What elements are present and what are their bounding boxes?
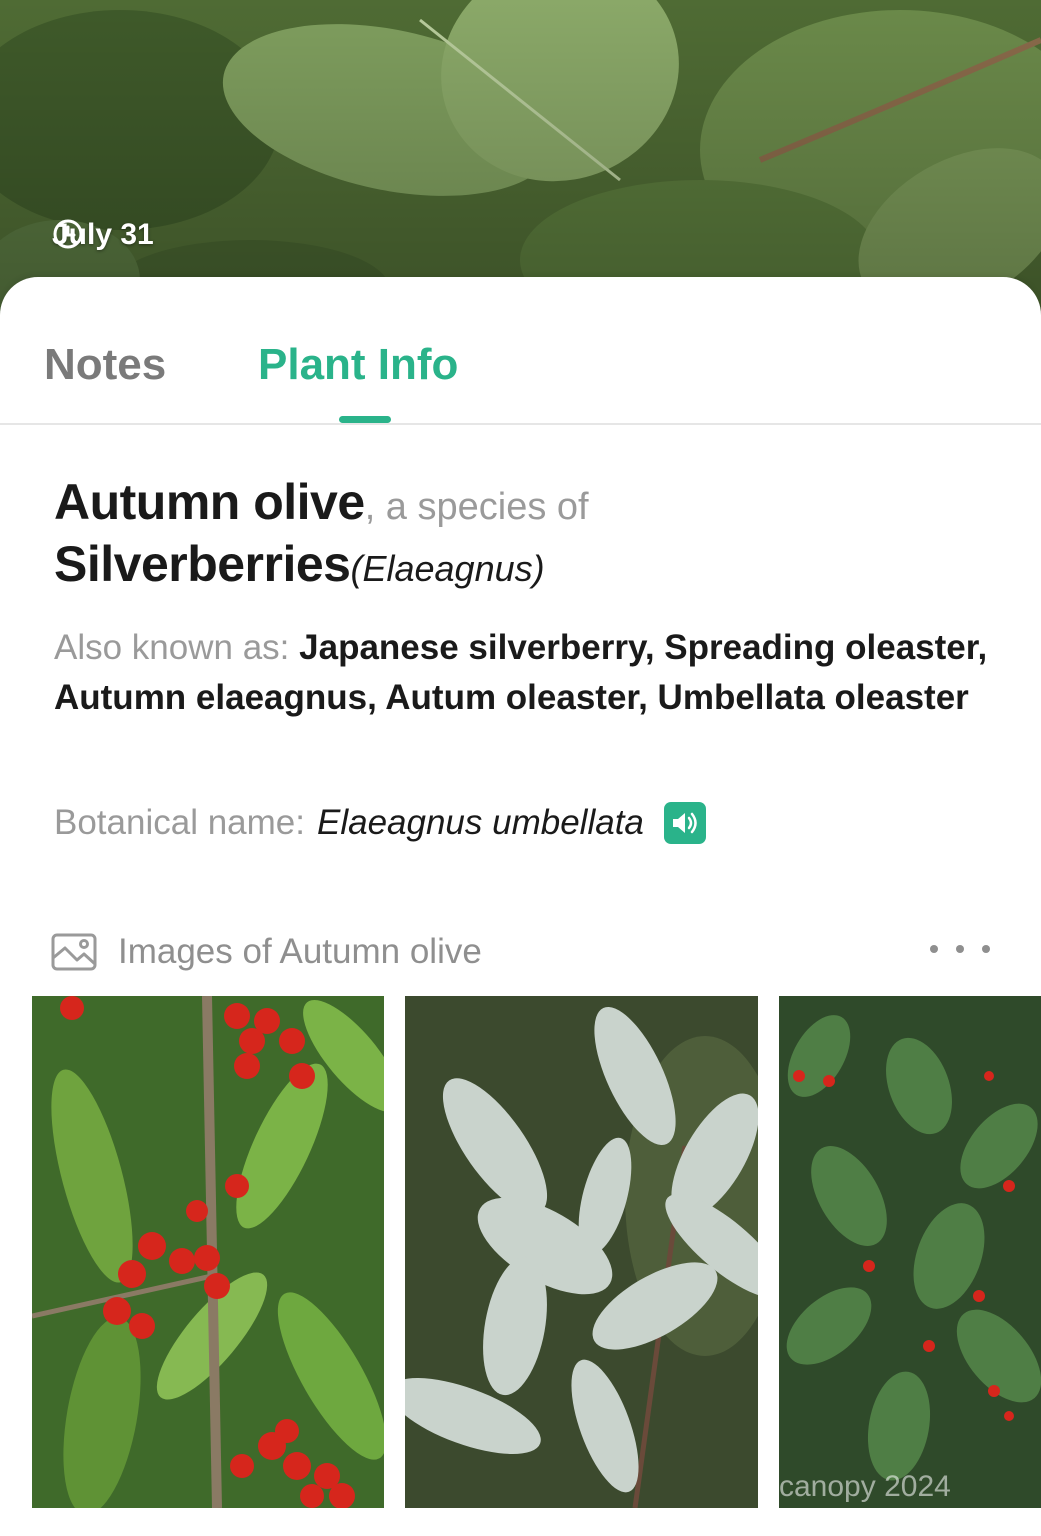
plant-image-thumbnail-shrub[interactable]: canopy 2024: [779, 996, 1041, 1508]
botanical-label: Botanical name:: [54, 803, 305, 842]
pronounce-button[interactable]: [663, 802, 706, 844]
genus-latin-name: (Elaeagnus): [350, 548, 545, 589]
tab-notes[interactable]: Notes: [44, 339, 166, 391]
active-tab-indicator: [339, 416, 391, 423]
botanical-value: Elaeagnus umbellata: [316, 803, 644, 842]
more-options-button[interactable]: [930, 929, 990, 969]
date-label: July 31: [52, 218, 154, 252]
plant-detail-screen: July 31 Notes Plant Info Autumn olive , …: [0, 0, 1041, 1536]
common-name: Autumn olive: [54, 474, 365, 530]
images-section-title: Images of Autumn olive: [118, 932, 482, 971]
clock-icon: [53, 219, 83, 249]
tab-plant-info[interactable]: Plant Info: [258, 339, 458, 391]
more-dots-icon: [930, 945, 938, 953]
image-gallery-icon: [51, 933, 97, 971]
berries-photo: [32, 996, 384, 1508]
images-section-header: Images of Autumn olive: [50, 929, 990, 975]
aka-label: Also known as:: [54, 628, 290, 667]
plant-image-thumbnail-leaves[interactable]: [405, 996, 758, 1508]
genus-common-name: Silverberries: [54, 536, 351, 592]
plant-image-thumbnail-berries[interactable]: [32, 996, 384, 1508]
info-sheet: Notes Plant Info Autumn olive , a specie…: [0, 277, 1041, 1536]
plant-title: Autumn olive , a species of Silverberrie…: [54, 473, 994, 597]
speaker-icon: [672, 812, 697, 834]
species-of-text: , a species of: [364, 486, 589, 528]
botanical-name-row: Botanical name: Elaeagnus umbellata: [54, 799, 706, 847]
tab-bar: Notes Plant Info: [0, 277, 1041, 425]
image-watermark: canopy 2024: [779, 1470, 951, 1503]
also-known-as: Also known as: Japanese silverberry, Spr…: [54, 623, 994, 723]
silver-leaves-photo: [405, 996, 758, 1508]
shrub-photo: [779, 996, 1041, 1508]
